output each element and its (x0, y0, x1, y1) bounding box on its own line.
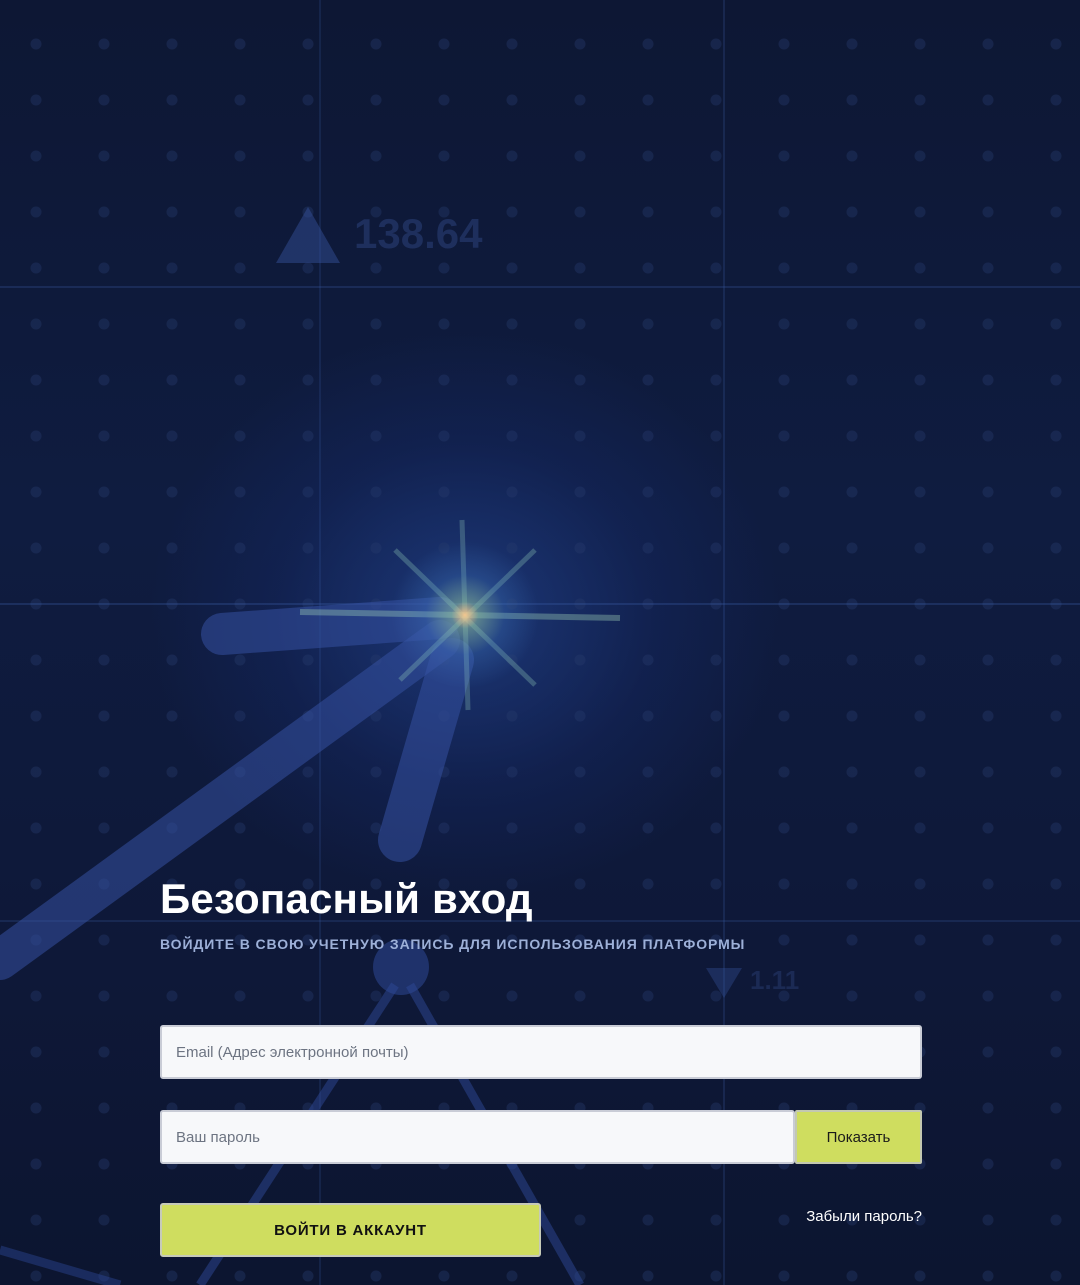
login-submit-button[interactable]: ВОЙТИ В АККАУНТ (160, 1203, 541, 1257)
ticker-down-value: 1.11 (750, 965, 800, 995)
trend-up-icon (276, 207, 340, 263)
login-page: 138.64 1.11 Безопасный вход ВОЙДИТЕ В СВ… (0, 0, 1080, 1285)
ticker-up-value: 138.64 (354, 210, 483, 257)
show-password-button[interactable]: Показать (795, 1110, 922, 1164)
page-subtitle: ВОЙДИТЕ В СВОЮ УЧЕТНУЮ ЗАПИСЬ ДЛЯ ИСПОЛЬ… (160, 936, 746, 952)
password-field[interactable] (160, 1110, 795, 1164)
trend-down-icon (706, 968, 742, 998)
light-flare (385, 535, 545, 695)
email-field[interactable] (160, 1025, 922, 1079)
login-form: Безопасный вход ВОЙДИТЕ В СВОЮ УЧЕТНУЮ З… (160, 870, 922, 1257)
page-title: Безопасный вход (160, 875, 533, 922)
forgot-password-link[interactable]: Забыли пароль? (806, 1207, 922, 1227)
